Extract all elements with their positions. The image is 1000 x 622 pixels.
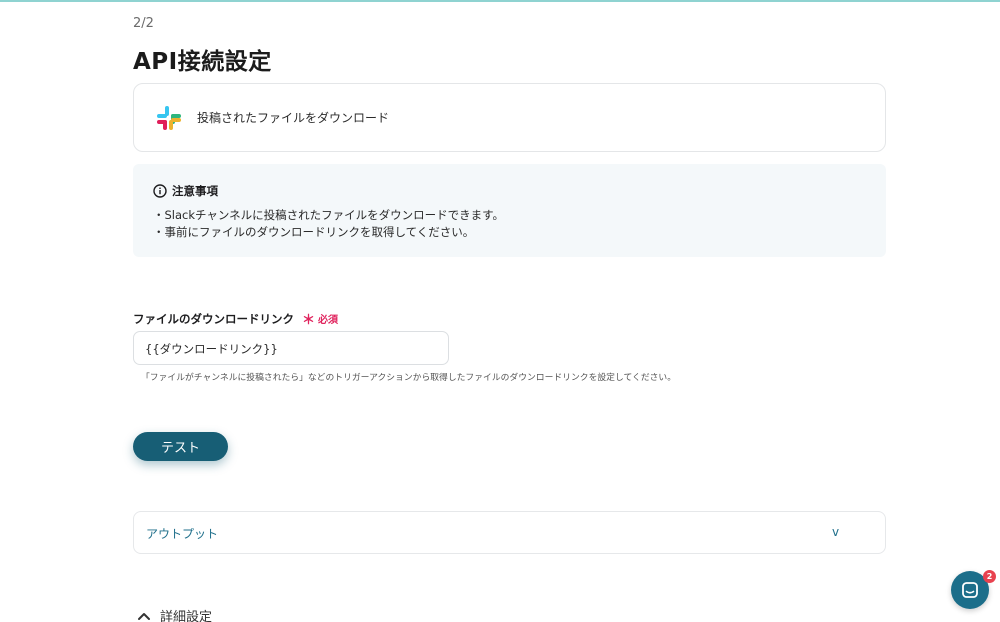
output-accordion[interactable]: アウトプット v <box>133 511 886 554</box>
advanced-settings-toggle[interactable]: 詳細設定 <box>137 606 212 622</box>
chevron-down-icon[interactable]: v <box>832 525 839 539</box>
notice-panel: 注意事項 ・Slackチャンネルに投稿されたファイルをダウンロードできます。 ・… <box>133 164 886 257</box>
top-accent-line <box>0 0 1000 2</box>
info-icon <box>153 184 167 198</box>
notice-header: 注意事項 <box>153 183 218 199</box>
download-link-input[interactable]: {{ダウンロードリンク}} <box>133 331 449 365</box>
notification-badge: 2 <box>983 570 996 583</box>
notice-line: ・Slackチャンネルに投稿されたファイルをダウンロードできます。 <box>153 208 505 222</box>
advanced-settings-label: 詳細設定 <box>160 610 213 622</box>
action-card[interactable]: 投稿されたファイルをダウンロード <box>133 83 886 152</box>
field-label-text: ファイルのダウンロードリンク <box>133 311 294 326</box>
test-button[interactable]: テスト <box>133 432 228 461</box>
field-hint: 「ファイルがチャンネルに投稿されたら」などのトリガーアクションから取得したファイ… <box>141 373 677 383</box>
chevron-up-icon <box>138 612 150 620</box>
notice-title: 注意事項 <box>172 184 218 198</box>
required-text: 必須 <box>318 315 339 326</box>
chat-icon <box>962 582 978 598</box>
action-label: 投稿されたファイルをダウンロード <box>197 111 390 125</box>
field-label: ファイルのダウンロードリンク ＊ 必須 <box>133 309 339 329</box>
slack-icon <box>157 105 181 130</box>
notice-line: ・事前にファイルのダウンロードリンクを取得してください。 <box>153 225 475 239</box>
page-title: API接続設定 <box>133 49 272 75</box>
required-mark: ＊ <box>302 313 316 328</box>
output-label: アウトプット <box>146 527 219 541</box>
step-indicator: 2/2 <box>133 16 154 31</box>
